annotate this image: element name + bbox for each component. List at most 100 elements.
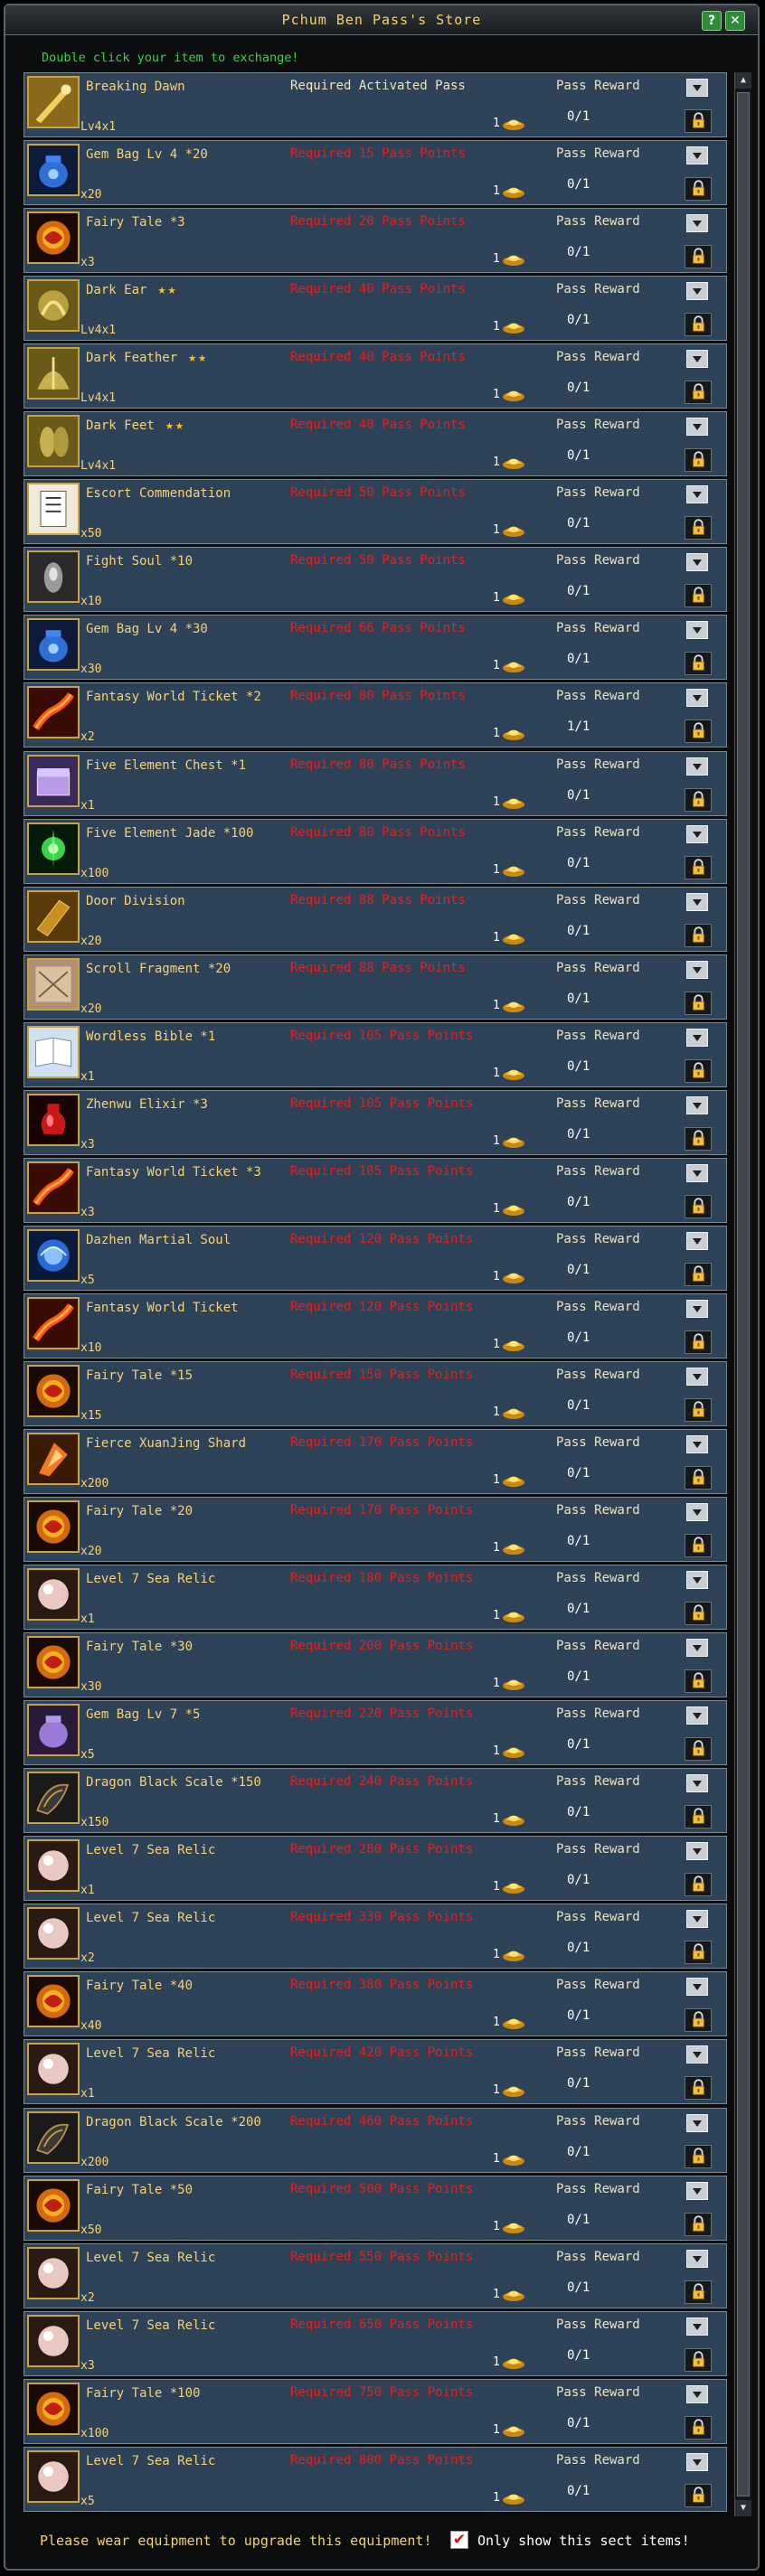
gem-bag-icon[interactable]	[27, 144, 80, 197]
gem-bag-icon[interactable]	[27, 618, 80, 672]
ticket-icon[interactable]	[27, 686, 80, 739]
expand-button[interactable]	[686, 2249, 708, 2268]
expand-button[interactable]	[686, 1774, 708, 1793]
fairy-tale-icon[interactable]	[27, 1364, 80, 1417]
dragon-scale-icon[interactable]	[27, 1772, 80, 1825]
elixir-icon[interactable]	[27, 1093, 80, 1146]
item-row[interactable]: Escort Commendation x50 Required 50 Pass…	[24, 479, 727, 545]
claim-lock-button[interactable]	[685, 1126, 712, 1151]
item-row[interactable]: Fantasy World Ticket x10 Required 120 Pa…	[24, 1293, 727, 1359]
chest-icon[interactable]	[27, 754, 80, 807]
item-row[interactable]: Fierce XuanJing Shard x200 Required 170 …	[24, 1429, 727, 1494]
pearl-icon[interactable]	[27, 2043, 80, 2096]
expand-button[interactable]	[686, 960, 708, 979]
claim-lock-button[interactable]	[685, 719, 712, 744]
claim-lock-button[interactable]	[685, 2144, 712, 2168]
claim-lock-button[interactable]	[685, 177, 712, 202]
item-row[interactable]: Five Element Jade *100 x100 Required 80 …	[24, 818, 727, 884]
expand-button[interactable]	[686, 757, 708, 776]
item-row[interactable]: Gem Bag Lv 4 *20 x20 Required 15 Pass Po…	[24, 140, 727, 206]
expand-button[interactable]	[686, 2384, 708, 2403]
expand-button[interactable]	[686, 1299, 708, 1318]
pearl-icon[interactable]	[27, 1907, 80, 1960]
expand-button[interactable]	[686, 1435, 708, 1453]
item-row[interactable]: Wordless Bible *1 x1 Required 105 Pass P…	[24, 1021, 727, 1087]
claim-lock-button[interactable]	[685, 2483, 712, 2507]
item-row[interactable]: Fairy Tale *100 x100 Required 750 Pass P…	[24, 2378, 727, 2444]
gem-bag-purple-icon[interactable]	[27, 1704, 80, 1757]
item-row[interactable]: Dragon Black Scale *150 x150 Required 24…	[24, 1768, 727, 1834]
claim-lock-button[interactable]	[685, 1737, 712, 1762]
expand-button[interactable]	[686, 79, 708, 97]
item-row[interactable]: Level 7 Sea Relic x1 Required 420 Pass P…	[24, 2039, 727, 2105]
dark-feet-icon[interactable]	[27, 415, 80, 468]
fairy-tale-icon[interactable]	[27, 212, 80, 265]
title-bar[interactable]: Pchum Ben Pass's Store ? ✕	[5, 5, 758, 35]
item-row[interactable]: Fantasy World Ticket *2 x2 Required 80 P…	[24, 682, 727, 748]
claim-lock-button[interactable]	[685, 1805, 712, 1829]
expand-button[interactable]	[686, 485, 708, 504]
claim-lock-button[interactable]	[685, 2008, 712, 2033]
item-row[interactable]: Gem Bag Lv 7 *5 x5 Required 220 Pass Poi…	[24, 1700, 727, 1766]
claim-lock-button[interactable]	[685, 245, 712, 269]
expand-button[interactable]	[686, 1978, 708, 1997]
ticket-icon[interactable]	[27, 1296, 80, 1349]
expand-button[interactable]	[686, 1028, 708, 1047]
jade-icon[interactable]	[27, 822, 80, 875]
expand-button[interactable]	[686, 824, 708, 843]
ticket-icon[interactable]	[27, 1161, 80, 1214]
claim-lock-button[interactable]	[685, 1941, 712, 1965]
pearl-icon[interactable]	[27, 1839, 80, 1893]
claim-lock-button[interactable]	[685, 1873, 712, 1897]
claim-lock-button[interactable]	[685, 923, 712, 947]
claim-lock-button[interactable]	[685, 855, 712, 879]
item-row[interactable]: Level 7 Sea Relic x2 Required 550 Pass P…	[24, 2242, 727, 2308]
item-row[interactable]: Level 7 Sea Relic x5 Required 800 Pass P…	[24, 2446, 727, 2512]
expand-button[interactable]	[686, 2452, 708, 2471]
claim-lock-button[interactable]	[685, 584, 712, 608]
claim-lock-button[interactable]	[685, 109, 712, 133]
fight-soul-icon[interactable]	[27, 550, 80, 604]
item-row[interactable]: Level 7 Sea Relic x1 Required 280 Pass P…	[24, 1836, 727, 1902]
item-row[interactable]: Dark Ear ★★ Lv4x1 Required 40 Pass Points…	[24, 276, 727, 342]
item-row[interactable]: Five Element Chest *1 x1 Required 80 Pas…	[24, 750, 727, 816]
claim-lock-button[interactable]	[685, 1534, 712, 1558]
expand-button[interactable]	[686, 621, 708, 640]
pearl-icon[interactable]	[27, 1568, 80, 1622]
item-row[interactable]: Fairy Tale *15 x15 Required 150 Pass Poi…	[24, 1360, 727, 1426]
item-row[interactable]: Dragon Black Scale *200 x200 Required 46…	[24, 2107, 727, 2173]
claim-lock-button[interactable]	[685, 1602, 712, 1626]
item-row[interactable]: Fantasy World Ticket *3 x3 Required 105 …	[24, 1157, 727, 1223]
item-row[interactable]: Dark Feet ★★ Lv4x1 Required 40 Pass Point…	[24, 411, 727, 477]
claim-lock-button[interactable]	[685, 1194, 712, 1218]
expand-button[interactable]	[686, 1842, 708, 1861]
expand-button[interactable]	[686, 1910, 708, 1929]
expand-button[interactable]	[686, 350, 708, 369]
claim-lock-button[interactable]	[685, 1397, 712, 1422]
claim-lock-button[interactable]	[685, 787, 712, 812]
expand-button[interactable]	[686, 2317, 708, 2336]
expand-button[interactable]	[686, 1231, 708, 1250]
fairy-tale-icon[interactable]	[27, 2382, 80, 2435]
sect-filter-checkbox[interactable]: ✔	[450, 2531, 468, 2549]
fairy-tale-icon[interactable]	[27, 1636, 80, 1689]
shard-icon[interactable]	[27, 1433, 80, 1485]
fragment-icon[interactable]	[27, 957, 80, 1011]
claim-lock-button[interactable]	[685, 1058, 712, 1083]
claim-lock-button[interactable]	[685, 652, 712, 676]
item-row[interactable]: Fight Soul *10 x10 Required 50 Pass Poin…	[24, 547, 727, 613]
claim-lock-button[interactable]	[685, 1262, 712, 1286]
claim-lock-button[interactable]	[685, 1330, 712, 1354]
expand-button[interactable]	[686, 553, 708, 572]
expand-button[interactable]	[686, 689, 708, 708]
fairy-tale-icon[interactable]	[27, 1500, 80, 1554]
item-row[interactable]: Fairy Tale *50 x50 Required 500 Pass Poi…	[24, 2175, 727, 2241]
scrollbar[interactable]: ▲ ▼	[734, 72, 751, 2516]
book-icon[interactable]	[27, 889, 80, 943]
item-row[interactable]: Zhenwu Elixir *3 x3 Required 105 Pass Po…	[24, 1089, 727, 1155]
item-row[interactable]: Door Division x20 Required 88 Pass Point…	[24, 886, 727, 952]
item-row[interactable]: Level 7 Sea Relic x3 Required 650 Pass P…	[24, 2310, 727, 2376]
claim-lock-button[interactable]	[685, 1669, 712, 1694]
fairy-tale-icon[interactable]	[27, 2178, 80, 2232]
pearl-icon[interactable]	[27, 2246, 80, 2299]
